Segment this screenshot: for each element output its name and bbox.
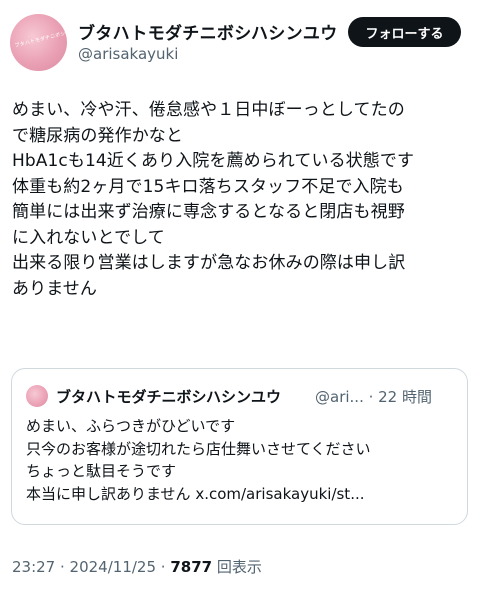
quoted-line: 只今のお客様が途切れたら店仕舞いさせてください: [26, 439, 371, 458]
quoted-tweet-card[interactable]: ブタハトモダチニボシハシンユウ @ari... · 22 時間 めまい、ふらつき…: [11, 368, 468, 525]
tweet-date[interactable]: 2024/11/25: [70, 558, 156, 576]
quoted-handle-time: @ari... · 22 時間: [315, 388, 432, 406]
meta-separator: ·: [55, 558, 70, 576]
tweet-header: ブタハトモダチニボシハシンユウ ブタハトモダチニボシハシンユウ @arisaka…: [0, 0, 480, 80]
view-count: 7877: [170, 558, 213, 576]
tweet-body: めまい、冷や汗、倦怠感や１日中ぼーっとしてたの で糖尿病の発作かなと HbA1c…: [12, 98, 474, 302]
quoted-display-name: ブタハトモダチニボシハシンユウ: [56, 388, 282, 406]
quoted-line: めまい、ふらつきがひどいです: [26, 417, 236, 435]
tweet-line: めまい、冷や汗、倦怠感や１日中ぼーっとしてたの: [12, 100, 405, 120]
view-count-label: 回表示: [212, 558, 262, 576]
quoted-line: 本当に申し訳ありません x.com/arisakayuki/st...: [26, 484, 365, 503]
tweet-line: 体重も約2ヶ月で15キロ落ちスタッフ不足で入院も: [12, 176, 404, 197]
quoted-line: ちょっと駄目そうです: [26, 462, 177, 480]
tweet-line: 出来る限り営業はしますが急なお休みの際は申し訳: [12, 253, 406, 273]
tweet-time[interactable]: 23:27: [12, 558, 55, 576]
quoted-avatar: [26, 385, 48, 407]
tweet-line: HbA1cも14近くあり入院を薦められている状態です: [12, 151, 415, 171]
tweet-line: ありません: [12, 278, 97, 299]
avatar[interactable]: ブタハトモダチニボシハシンユウ: [10, 14, 67, 71]
tweet-line: で糖尿病の発作かなと: [12, 125, 183, 146]
tweet-line: に入れないとでして: [12, 227, 165, 248]
tweet-line: 簡単には出来ず治療に専念するとなると閉店も視野: [12, 202, 405, 222]
tweet-meta: 23:27 · 2024/11/25 · 7877 回表示: [12, 556, 262, 577]
avatar-logo-text: ブタハトモダチニボシハシンユウ: [14, 24, 67, 50]
quoted-tweet-body: めまい、ふらつきがひどいです 只今のお客様が途切れたら店仕舞いさせてください ち…: [26, 415, 456, 505]
follow-button[interactable]: フォローする: [348, 17, 461, 47]
author-handle[interactable]: @arisakayuki: [78, 45, 178, 63]
author-display-name[interactable]: ブタハトモダチニボシハシンユウ: [78, 19, 338, 44]
meta-separator: ·: [156, 558, 171, 576]
